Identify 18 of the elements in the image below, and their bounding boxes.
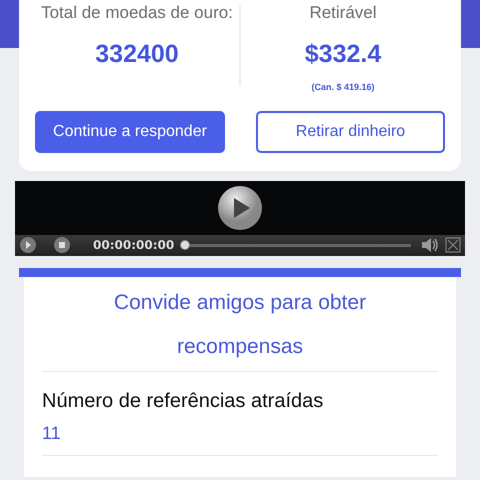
volume-icon[interactable] <box>421 237 439 253</box>
withdraw-button[interactable]: Retirar dinheiro <box>256 110 445 152</box>
withdrawable-value: $332.4 <box>304 38 382 70</box>
converted-value: (Can. $ 419.16) <box>310 81 376 94</box>
referral-title: Convide amigos para obter recompensas <box>42 280 438 372</box>
coins-value: 332400 <box>94 38 180 70</box>
time-display: 00:00:00:00 <box>93 237 174 254</box>
coins-label: Total de moedas de ouro: <box>40 2 234 24</box>
play-icon[interactable] <box>217 184 263 230</box>
fullscreen-icon[interactable] <box>445 237 461 253</box>
progress-track[interactable] <box>190 244 411 246</box>
play-icon[interactable] <box>19 236 37 254</box>
progress-thumb[interactable] <box>180 240 190 250</box>
stat-value: 11 <box>42 422 62 444</box>
continue-button[interactable]: Continue a responder <box>35 110 225 152</box>
stat-label: Número de referências atraídas <box>42 388 324 414</box>
stop-icon[interactable] <box>53 236 71 254</box>
withdrawable-label: Retirável <box>308 2 378 24</box>
